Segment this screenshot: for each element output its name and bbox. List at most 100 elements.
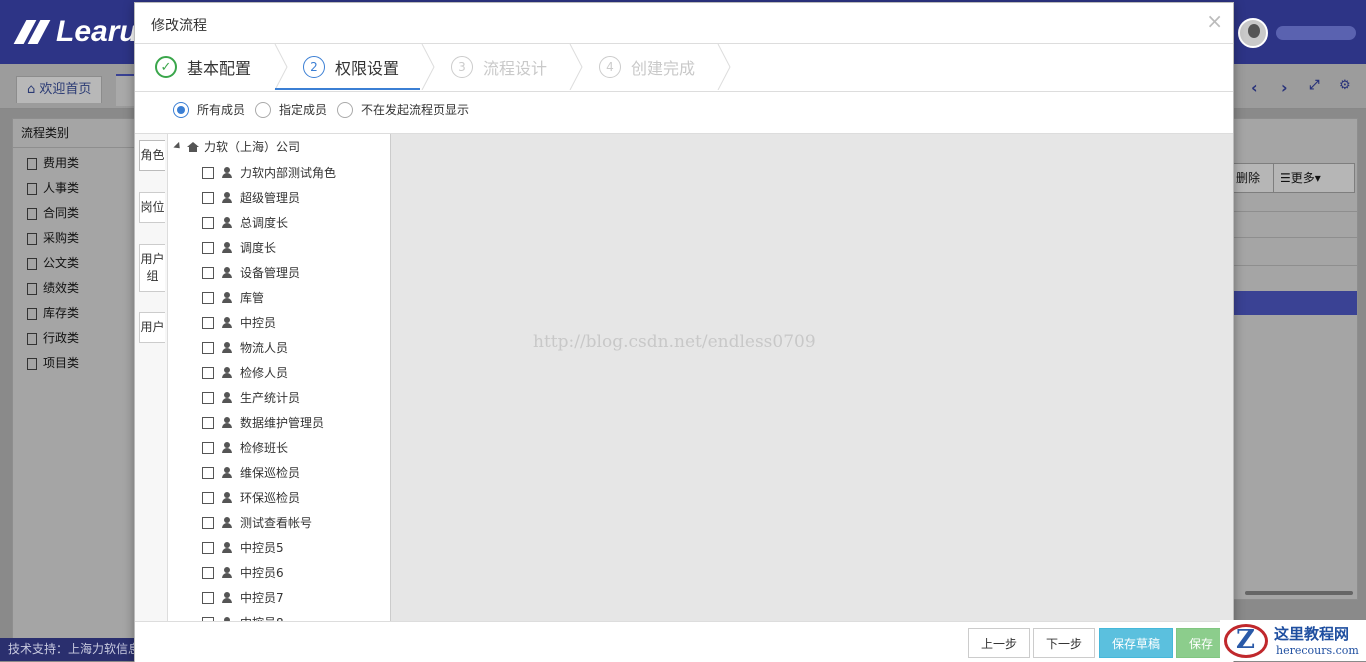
checkbox[interactable]	[202, 416, 214, 429]
tree-item[interactable]: 设备管理员	[202, 260, 300, 285]
logo-text: Learu	[56, 15, 138, 48]
checkbox[interactable]	[202, 466, 214, 479]
category-item[interactable]: 费用类	[13, 151, 137, 176]
settings-gear-icon[interactable]: ⚙	[1339, 78, 1351, 93]
checkbox[interactable]	[202, 216, 214, 229]
step-basic-config[interactable]: ✓ 基本配置	[155, 44, 251, 90]
close-icon[interactable]: ×	[1206, 11, 1223, 31]
radio-label: 所有成员	[197, 103, 246, 117]
step-flow-design[interactable]: 3 流程设计	[451, 44, 547, 90]
tab-active-edge[interactable]	[116, 74, 134, 106]
radio-all-members[interactable]	[173, 101, 189, 118]
checkbox[interactable]	[202, 241, 214, 254]
category-item[interactable]: 公文类	[13, 251, 137, 276]
collapse-caret-icon[interactable]	[173, 141, 183, 152]
checkbox[interactable]	[202, 566, 214, 579]
tree-item[interactable]: 检修班长	[202, 435, 288, 460]
user-icon	[222, 542, 232, 553]
vtab-user-group[interactable]: 用户组	[139, 244, 165, 292]
tab-next-icon[interactable]: ›	[1281, 78, 1288, 97]
tab-home[interactable]: ⌂ 欢迎首页	[16, 76, 103, 103]
save-button[interactable]: 保存	[1176, 628, 1227, 658]
logo-mark-icon	[13, 20, 52, 44]
vtab-role[interactable]: 角色	[139, 140, 165, 171]
checkbox[interactable]	[202, 391, 214, 404]
category-item[interactable]: 绩效类	[13, 276, 137, 301]
site-logo-icon: Z	[1224, 624, 1268, 658]
tree-item[interactable]: 测试查看帐号	[202, 510, 312, 535]
tree-item[interactable]: 维保巡检员	[202, 460, 300, 485]
category-item[interactable]: 采购类	[13, 226, 137, 251]
tree-item[interactable]: 中控员6	[202, 560, 284, 585]
checkbox[interactable]	[202, 291, 214, 304]
checkbox[interactable]	[202, 341, 214, 354]
tree-item[interactable]: 环保巡检员	[202, 485, 300, 510]
site-url: herecours.com	[1276, 644, 1359, 657]
tree-item[interactable]: 中控员7	[202, 585, 284, 610]
checkbox[interactable]	[202, 491, 214, 504]
tree-item[interactable]: 生产统计员	[202, 385, 300, 410]
checkbox[interactable]	[202, 166, 214, 179]
tree-item[interactable]: 物流人员	[202, 335, 288, 360]
radio-label: 指定成员	[279, 103, 328, 117]
category-item[interactable]: 行政类	[13, 326, 137, 351]
radio-specified-members[interactable]	[255, 101, 272, 118]
tree-root[interactable]: 力软（上海）公司	[173, 138, 300, 155]
category-item[interactable]: 库存类	[13, 301, 137, 326]
category-item[interactable]: 合同类	[13, 201, 137, 226]
category-item[interactable]: 项目类	[13, 351, 137, 376]
tree-item-label: 检修班长	[240, 441, 289, 455]
fullscreen-icon[interactable]: ⤢	[1309, 78, 1319, 93]
menu-icon: ☰	[1280, 171, 1291, 185]
tree-item[interactable]: 检修人员	[202, 360, 288, 385]
category-label: 人事类	[43, 181, 80, 195]
tree-item-label: 库管	[240, 291, 265, 305]
prev-step-button[interactable]: 上一步	[968, 628, 1031, 658]
checkbox[interactable]	[202, 266, 214, 279]
category-label: 费用类	[43, 156, 80, 170]
step-complete[interactable]: 4 创建完成	[599, 44, 695, 90]
step-permission[interactable]: 2 权限设置	[303, 44, 399, 90]
tree-item[interactable]: 总调度长	[202, 210, 288, 235]
checkbox[interactable]	[202, 591, 214, 604]
tab-prev-icon[interactable]: ‹	[1251, 78, 1258, 97]
member-scope-radios: 所有成员 指定成员 不在发起流程页显示	[173, 101, 475, 118]
document-icon	[27, 207, 37, 220]
tree-item[interactable]: 超级管理员	[202, 185, 300, 210]
category-item[interactable]: 人事类	[13, 176, 137, 201]
user-icon	[222, 517, 232, 528]
tree-item-label: 力软内部测试角色	[240, 166, 337, 180]
user-icon	[222, 267, 232, 278]
checkbox[interactable]	[202, 541, 214, 554]
checkbox[interactable]	[202, 191, 214, 204]
category-label: 行政类	[43, 331, 80, 345]
vtab-post[interactable]: 岗位	[139, 192, 165, 223]
more-button[interactable]: ☰更多▾	[1273, 163, 1355, 193]
horizontal-scrollbar[interactable]	[1245, 591, 1353, 595]
selected-row[interactable]	[1233, 291, 1357, 315]
vtab-user[interactable]: 用户	[139, 312, 165, 343]
tree-item[interactable]: 中控员	[202, 310, 276, 335]
radio-hide-on-start-page[interactable]	[337, 101, 354, 118]
user-icon	[222, 217, 232, 228]
role-tree: 力软（上海）公司 力软内部测试角色 超级管理员 总调度长 调度长 设备管理员 库…	[168, 134, 390, 622]
avatar[interactable]	[1238, 18, 1268, 48]
step-label: 创建完成	[631, 59, 696, 78]
tree-item[interactable]: 调度长	[202, 235, 276, 260]
user-icon	[222, 367, 232, 378]
checkbox[interactable]	[202, 366, 214, 379]
tree-item[interactable]: 数据维护管理员	[202, 410, 324, 435]
save-draft-button[interactable]: 保存草稿	[1099, 628, 1174, 658]
next-step-button[interactable]: 下一步	[1033, 628, 1096, 658]
edit-flow-modal: 修改流程 × ✓ 基本配置 2 权限设置 3 流程设计 4 创建完成 所有成员 …	[134, 2, 1234, 662]
category-label: 公文类	[43, 256, 80, 270]
checkbox[interactable]	[202, 516, 214, 529]
tree-item[interactable]: 中控员5	[202, 535, 284, 560]
tree-item-label: 维保巡检员	[240, 466, 301, 480]
checkbox[interactable]	[202, 316, 214, 329]
tree-item[interactable]: 力软内部测试角色	[202, 160, 336, 185]
footer-text: 技术支持：上海力软信息	[8, 642, 141, 656]
checkbox[interactable]	[202, 441, 214, 454]
tree-item[interactable]: 库管	[202, 285, 264, 310]
document-icon	[27, 282, 37, 295]
